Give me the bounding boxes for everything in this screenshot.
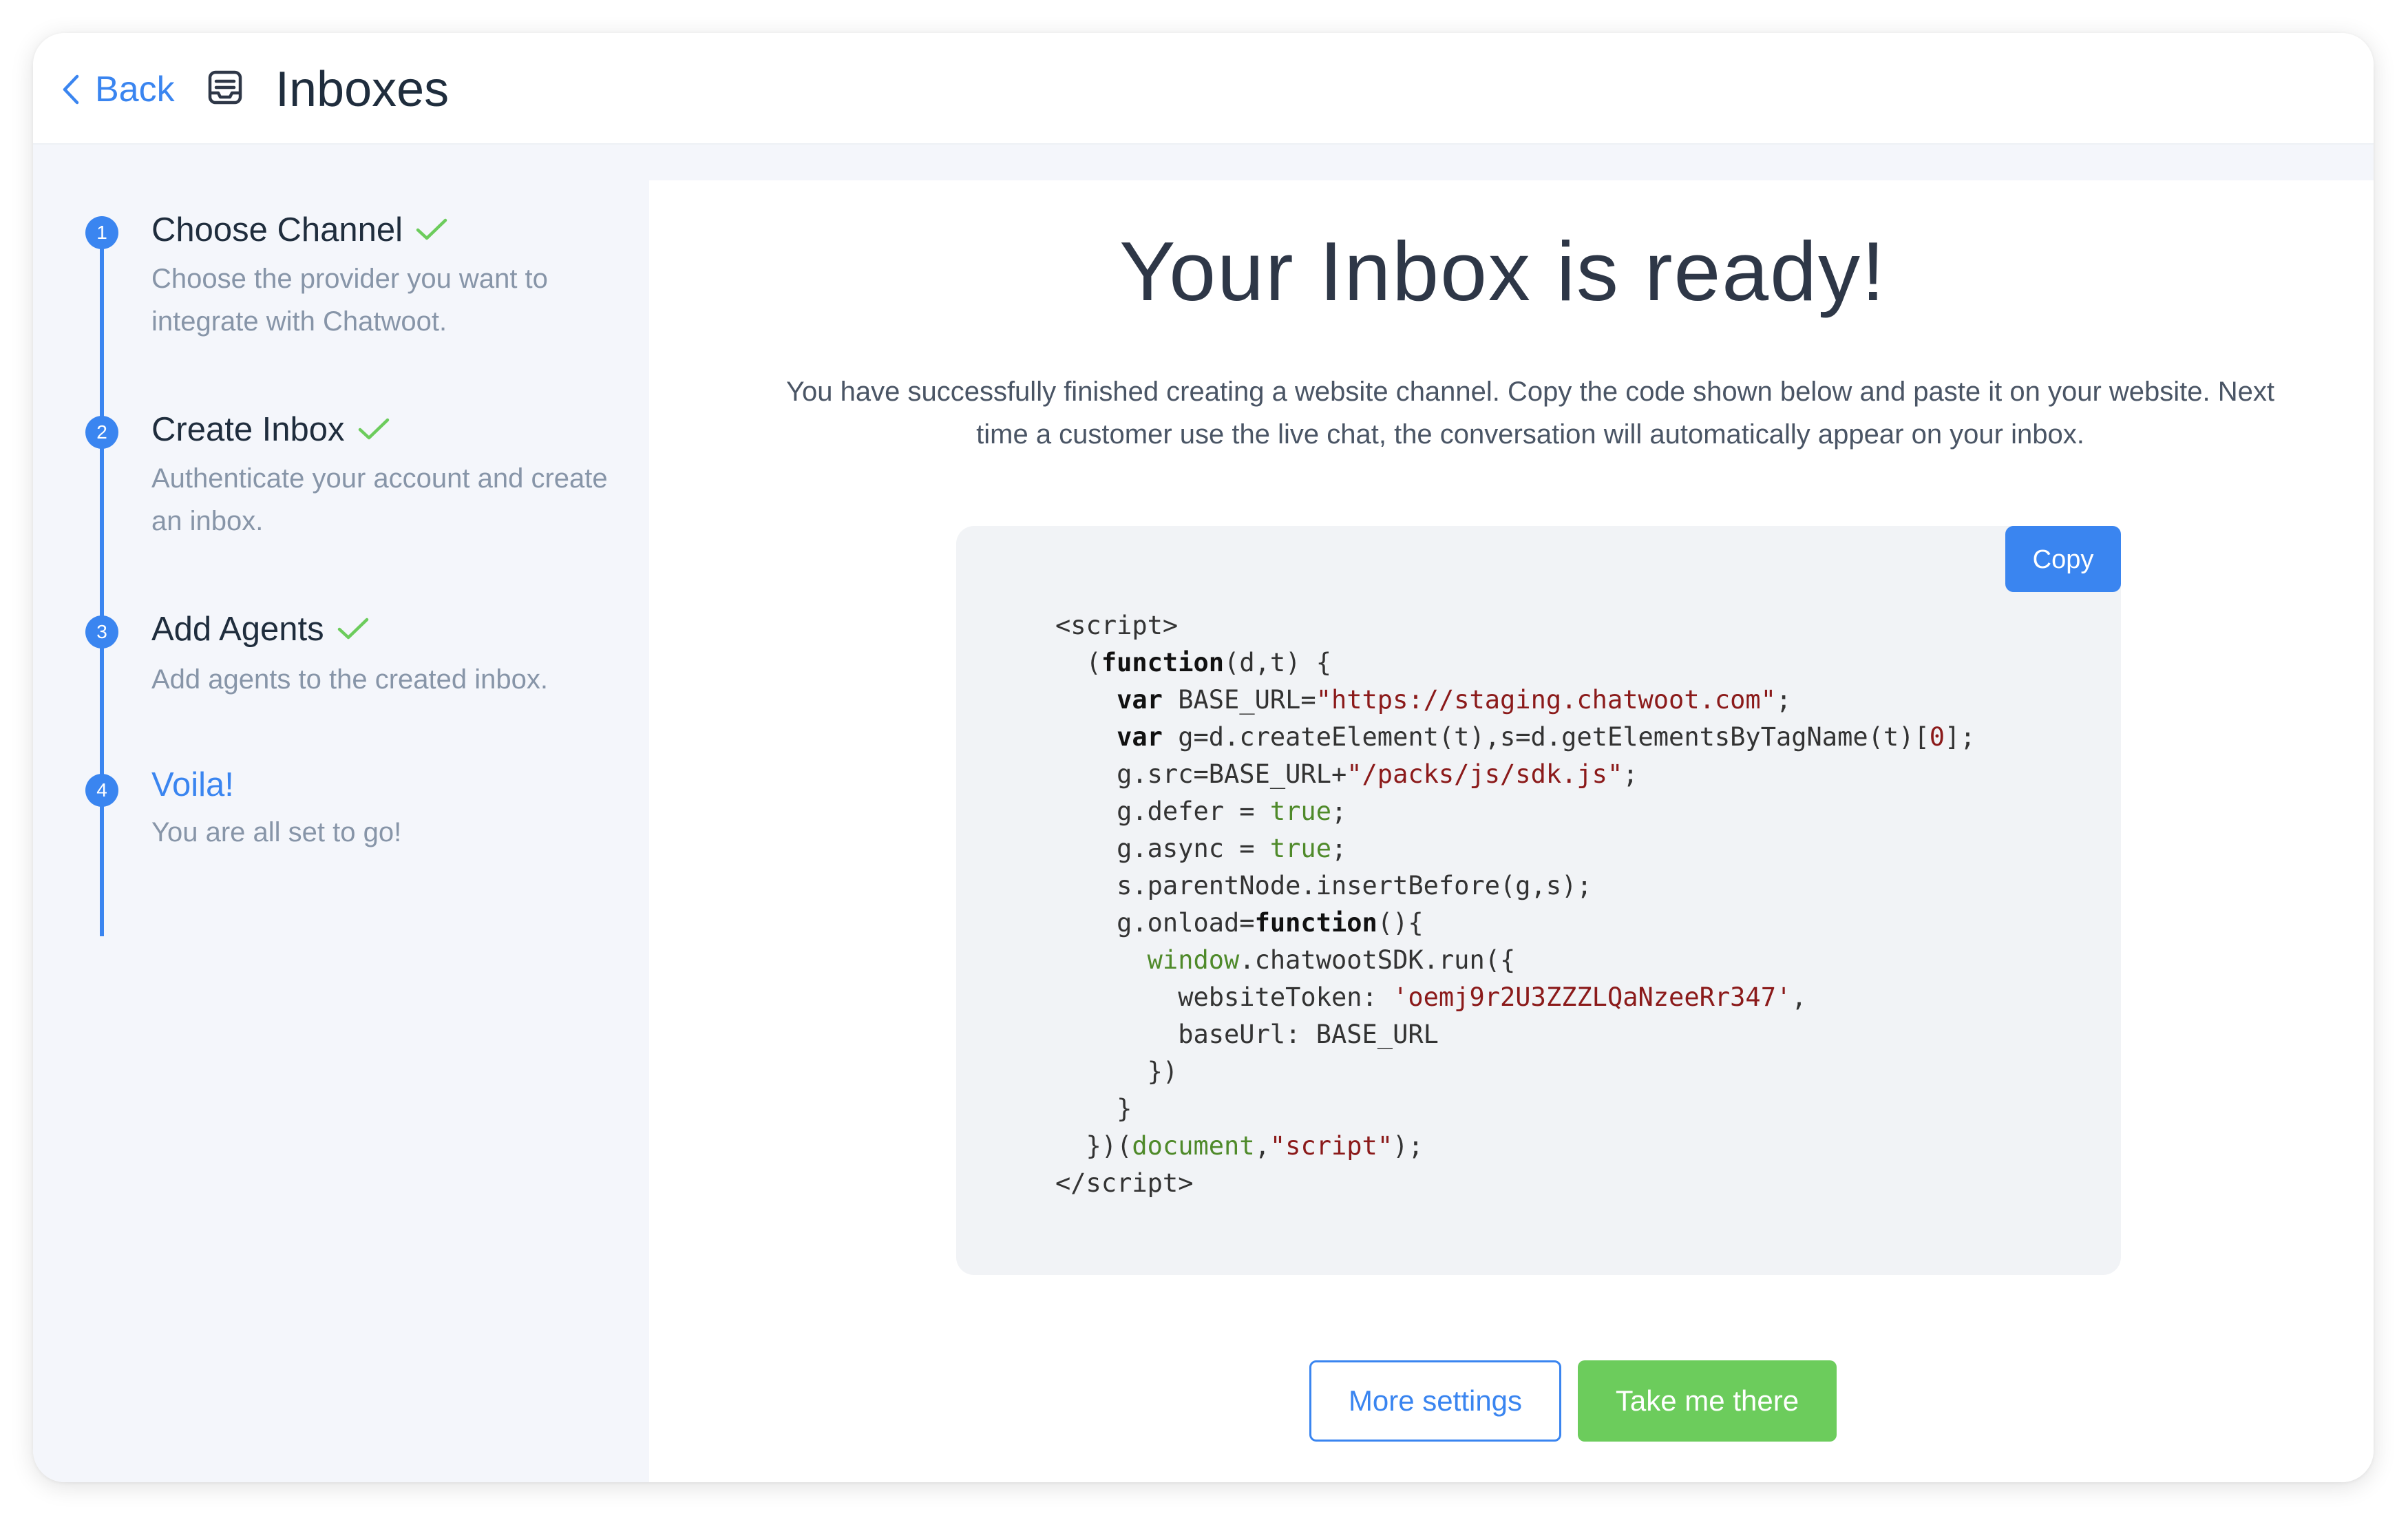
inbox-icon	[208, 70, 242, 105]
code-base-url: https://staging.chatwoot.com	[1331, 685, 1761, 715]
step-title-label: Create Inbox	[151, 411, 345, 448]
progress-line	[100, 233, 104, 936]
step-description: You are all set to go!	[151, 817, 402, 847]
wizard-sidebar: 1 Choose Channel Choose the provider you…	[33, 145, 649, 1482]
step-title-label: Add Agents	[151, 611, 324, 648]
page-title: Inboxes	[275, 62, 450, 117]
step-title-label: Voila!	[151, 766, 234, 803]
step-number: 1	[85, 216, 118, 249]
step-description: Choose the provider you want to integrat…	[151, 264, 548, 337]
content-area: 1 Choose Channel Choose the provider you…	[33, 145, 2374, 1482]
app-window: Back Inboxes 1 Choose Channel Choose the…	[33, 33, 2374, 1482]
step-title: Add Agents	[151, 609, 370, 650]
step-description: Authenticate your account and create an …	[151, 463, 608, 536]
success-message: You have successfully finished creating …	[785, 377, 2275, 450]
step-title: Choose Channel	[151, 209, 448, 251]
step-title: Create Inbox	[151, 409, 390, 450]
code-snippet-box: Copy <script> (function(d,t) { var BASE_…	[956, 526, 2121, 1275]
embed-code[interactable]: <script> (function(d,t) { var BASE_URL="…	[1055, 607, 1976, 1202]
code-sdk-path: /packs/js/sdk.js	[1362, 759, 1607, 789]
step-number: 2	[85, 416, 118, 449]
chevron-left-icon	[63, 74, 79, 105]
back-label: Back	[95, 70, 175, 109]
step-title-label: Choose Channel	[151, 211, 403, 249]
main-panel: Your Inbox is ready! You have successful…	[649, 180, 2374, 1482]
checkmark-icon	[337, 618, 368, 640]
step-number: 3	[85, 615, 118, 649]
step-number: 4	[85, 774, 118, 807]
page-header: Back Inboxes	[33, 33, 2374, 145]
success-title: Your Inbox is ready!	[1119, 224, 1886, 318]
code-website-token: oemj9r2U3ZZZLQaNzeeRr347	[1408, 982, 1776, 1012]
take-me-there-button[interactable]: Take me there	[1578, 1360, 1837, 1442]
checkmark-icon	[416, 218, 447, 240]
back-button[interactable]: Back	[61, 69, 175, 110]
copy-button[interactable]: Copy	[2005, 526, 2121, 592]
more-settings-button[interactable]: More settings	[1309, 1360, 1561, 1442]
checkmark-icon	[358, 418, 389, 440]
step-title: Voila!	[151, 764, 234, 805]
step-description: Add agents to the created inbox.	[151, 664, 548, 695]
